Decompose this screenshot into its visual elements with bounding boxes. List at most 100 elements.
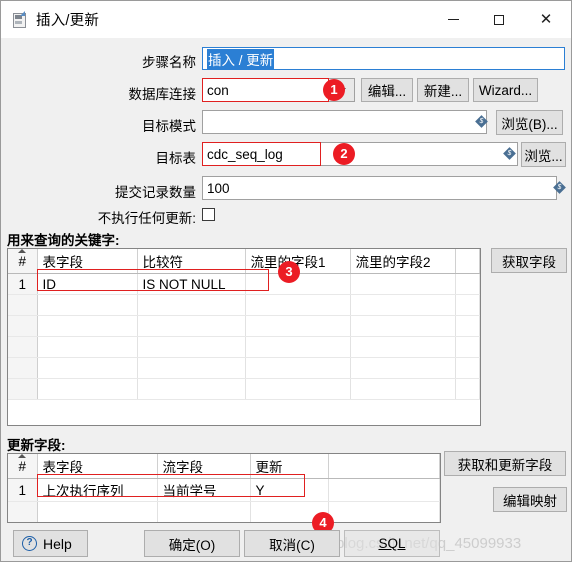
cell-stream-field2[interactable] bbox=[350, 273, 456, 295]
lookup-keys-grid[interactable]: # 表字段 比较符 流里的字段1 流里的字段2 1 ID IS NOT NULL bbox=[7, 248, 481, 426]
update-col-table-field[interactable]: 表字段 bbox=[37, 454, 158, 479]
cancel-button[interactable]: 取消(C) bbox=[244, 530, 340, 557]
lookup-col-comparator[interactable]: 比较符 bbox=[137, 249, 246, 274]
cell-index bbox=[8, 501, 38, 522]
cell-comparator[interactable] bbox=[137, 315, 246, 337]
update-section-title: 更新字段: bbox=[7, 438, 66, 453]
sort-caret-icon bbox=[18, 249, 27, 253]
cell-stream-field1[interactable] bbox=[245, 315, 351, 337]
close-button[interactable]: ✕ bbox=[521, 1, 571, 38]
cell-stream-field1[interactable] bbox=[245, 378, 351, 400]
table-row[interactable] bbox=[8, 501, 440, 522]
update-col-index[interactable]: # bbox=[8, 454, 38, 479]
edit-mapping-button[interactable]: 编辑映射 bbox=[493, 487, 567, 512]
cell-index bbox=[8, 336, 38, 358]
cell-comparator[interactable] bbox=[137, 336, 246, 358]
update-col-stream-field[interactable]: 流字段 bbox=[157, 454, 251, 479]
browse-table-label: 浏览... bbox=[524, 148, 563, 164]
db-connection-combo-input[interactable]: con bbox=[202, 78, 329, 102]
callout-1: 1 bbox=[323, 79, 345, 101]
table-row[interactable] bbox=[8, 378, 480, 400]
cell-comparator[interactable] bbox=[137, 357, 246, 379]
help-button[interactable]: ? Help bbox=[13, 530, 88, 557]
lookup-col-stream-field2[interactable]: 流里的字段2 bbox=[350, 249, 456, 274]
cell-stream-field1[interactable] bbox=[245, 294, 351, 316]
no-update-checkbox[interactable] bbox=[202, 208, 215, 221]
cell-table-field[interactable] bbox=[37, 378, 138, 400]
minimize-button[interactable] bbox=[431, 1, 476, 38]
cell-stream-field2[interactable] bbox=[350, 357, 456, 379]
cell-spacer bbox=[328, 501, 440, 522]
lookup-col-index[interactable]: # bbox=[8, 249, 38, 274]
table-row[interactable]: 1 上次执行序列 当前学号 Y bbox=[8, 478, 440, 502]
callout-3: 3 bbox=[278, 261, 300, 283]
cell-table-field[interactable]: 上次执行序列 bbox=[37, 478, 158, 502]
maximize-button[interactable] bbox=[476, 1, 521, 38]
cell-index bbox=[8, 315, 38, 337]
cell-table-field[interactable] bbox=[37, 523, 157, 524]
variable-dollar-icon bbox=[502, 147, 516, 161]
window-title: 插入/更新 bbox=[36, 13, 100, 29]
cell-table-field[interactable] bbox=[37, 501, 158, 522]
cell-table-field[interactable]: ID bbox=[37, 273, 138, 295]
lookup-col-table-field[interactable]: 表字段 bbox=[37, 249, 138, 274]
cell-stream-field2[interactable] bbox=[350, 315, 456, 337]
cell-stream-field2[interactable] bbox=[350, 294, 456, 316]
lookup-col-spacer bbox=[455, 249, 480, 274]
get-and-update-fields-label: 获取和更新字段 bbox=[457, 457, 553, 473]
table-row[interactable] bbox=[8, 523, 440, 524]
cell-index bbox=[8, 357, 38, 379]
cell-index: 1 bbox=[8, 273, 38, 295]
cell-index bbox=[8, 294, 38, 316]
cell-table-field[interactable] bbox=[37, 336, 138, 358]
wizard-button[interactable]: Wizard... bbox=[473, 78, 538, 102]
table-row[interactable] bbox=[8, 336, 480, 358]
wizard-label: Wizard... bbox=[478, 82, 533, 98]
step-name-label: 步骤名称 bbox=[142, 55, 196, 70]
edit-connection-label: 编辑... bbox=[367, 84, 407, 99]
cell-comparator[interactable] bbox=[137, 294, 246, 316]
update-fields-grid[interactable]: # 表字段 流字段 更新 1 上次执行序列 当前学号 Y bbox=[7, 453, 441, 523]
cell-index bbox=[8, 523, 37, 524]
table-row[interactable] bbox=[8, 315, 480, 337]
callout-2: 2 bbox=[333, 143, 355, 165]
update-col-update-flag[interactable]: 更新 bbox=[250, 454, 329, 479]
question-mark-icon: ? bbox=[22, 536, 37, 551]
cell-stream-field[interactable] bbox=[157, 501, 251, 522]
cell-spacer bbox=[455, 294, 480, 316]
sql-button[interactable]: SQL bbox=[344, 530, 440, 557]
browse-schema-button[interactable]: 浏览(B)... bbox=[496, 110, 563, 135]
target-schema-input[interactable] bbox=[202, 110, 487, 134]
target-table-input[interactable]: cdc_seq_log bbox=[202, 142, 518, 166]
target-table-value: cdc_seq_log bbox=[207, 146, 283, 162]
cell-table-field[interactable] bbox=[37, 294, 138, 316]
table-row[interactable] bbox=[8, 294, 480, 316]
lookup-section-title: 用来查询的关键字: bbox=[7, 233, 120, 248]
cell-comparator[interactable]: IS NOT NULL bbox=[137, 273, 246, 295]
cell-table-field[interactable] bbox=[37, 357, 138, 379]
table-row[interactable] bbox=[8, 357, 480, 379]
cell-comparator[interactable] bbox=[137, 378, 246, 400]
step-insert-update-icon bbox=[11, 10, 27, 28]
browse-table-button[interactable]: 浏览... bbox=[521, 142, 566, 167]
commit-size-input[interactable]: 100 bbox=[202, 176, 557, 200]
browse-schema-label: 浏览(B)... bbox=[501, 116, 558, 132]
cell-stream-field2[interactable] bbox=[350, 378, 456, 400]
cell-stream-field[interactable]: 当前学号 bbox=[157, 478, 251, 502]
new-connection-button[interactable]: 新建... bbox=[417, 78, 469, 102]
ok-button[interactable]: 确定(O) bbox=[144, 530, 240, 557]
cell-table-field[interactable] bbox=[37, 315, 138, 337]
commit-size-label: 提交记录数量 bbox=[115, 185, 196, 200]
cell-update-flag[interactable]: Y bbox=[250, 478, 329, 502]
target-table-label: 目标表 bbox=[155, 151, 197, 166]
get-and-update-fields-button[interactable]: 获取和更新字段 bbox=[444, 451, 566, 476]
edit-connection-button[interactable]: 编辑... bbox=[361, 78, 413, 102]
target-schema-label: 目标模式 bbox=[142, 119, 196, 134]
get-fields-button[interactable]: 获取字段 bbox=[491, 248, 567, 273]
cell-stream-field1[interactable] bbox=[245, 357, 351, 379]
cell-stream-field[interactable] bbox=[157, 523, 250, 524]
step-name-input[interactable]: 插入 / 更新 bbox=[202, 47, 565, 70]
table-row[interactable]: 1 ID IS NOT NULL bbox=[8, 273, 480, 295]
cell-stream-field1[interactable] bbox=[245, 336, 351, 358]
cell-stream-field2[interactable] bbox=[350, 336, 456, 358]
